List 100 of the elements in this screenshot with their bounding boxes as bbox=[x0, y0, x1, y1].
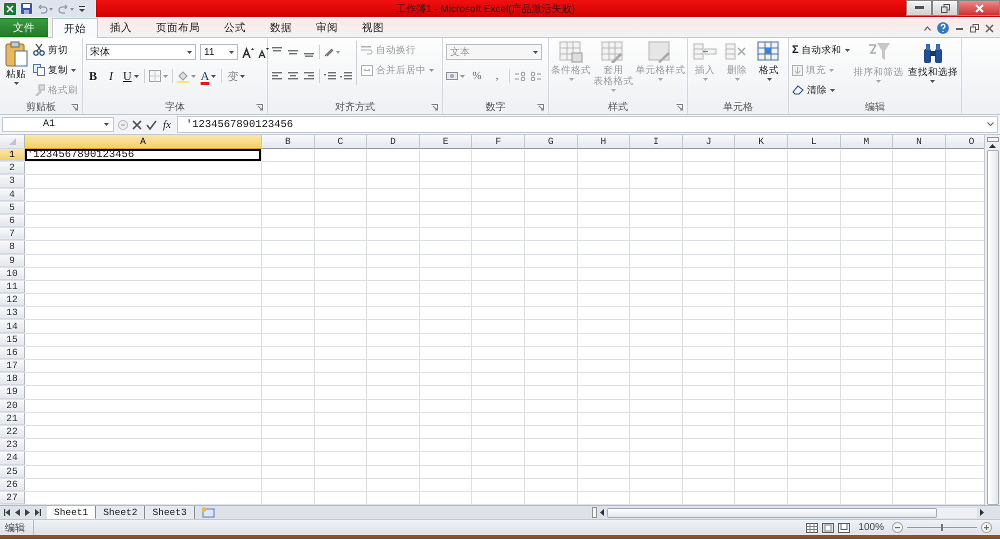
bold-button[interactable]: B bbox=[86, 68, 100, 84]
copy-icon bbox=[33, 64, 45, 76]
row-header[interactable]: 6 bbox=[0, 214, 25, 228]
middle-align-icon bbox=[287, 47, 299, 57]
caret-icon bbox=[187, 50, 192, 54]
row-header[interactable]: 8 bbox=[0, 241, 25, 254]
insert-function-button[interactable]: fx bbox=[161, 118, 173, 130]
font-color-button[interactable]: A bbox=[200, 68, 218, 84]
close-button[interactable] bbox=[958, 0, 1000, 16]
column-header[interactable]: A bbox=[25, 135, 262, 149]
customize-toolbar-icon bbox=[79, 4, 85, 12]
vertical-scrollbar[interactable] bbox=[984, 135, 1000, 506]
font-name-field[interactable]: 宋体 bbox=[86, 44, 196, 60]
close-icon bbox=[974, 4, 984, 12]
row-header[interactable]: 20 bbox=[0, 400, 25, 412]
sheet-tab[interactable]: Sheet2 bbox=[96, 506, 146, 520]
column-header[interactable]: G bbox=[524, 135, 578, 149]
row-header[interactable]: 21 bbox=[0, 412, 25, 425]
dialog-launcher-icon bbox=[71, 104, 78, 111]
cut-button[interactable]: 剪切 bbox=[33, 41, 78, 59]
column-header[interactable]: H bbox=[578, 135, 630, 149]
row-header[interactable]: 24 bbox=[0, 452, 25, 464]
column-header[interactable]: O bbox=[946, 135, 984, 149]
row-header[interactable]: 15 bbox=[0, 334, 25, 346]
align-center-icon bbox=[287, 71, 299, 81]
eraser-icon bbox=[792, 85, 804, 95]
column-header[interactable]: C bbox=[314, 135, 368, 149]
column-header[interactable]: J bbox=[682, 135, 736, 149]
ribbon-tab[interactable]: 开始 bbox=[52, 18, 98, 38]
ribbon-tab[interactable]: 页面布局 bbox=[144, 18, 212, 37]
column-header[interactable]: F bbox=[472, 135, 525, 149]
row-header[interactable]: 18 bbox=[0, 373, 25, 386]
ribbon-tab[interactable]: 公式 bbox=[212, 18, 258, 37]
row-header[interactable]: 27 bbox=[0, 492, 25, 504]
caret-icon bbox=[876, 80, 882, 83]
column-header[interactable]: K bbox=[735, 135, 788, 149]
row-header[interactable]: 14 bbox=[0, 320, 25, 333]
format-cells-button[interactable]: 格式 bbox=[755, 41, 783, 81]
restore-button[interactable] bbox=[932, 0, 958, 16]
row-header[interactable]: 22 bbox=[0, 426, 25, 438]
underline-button[interactable]: U bbox=[122, 68, 140, 84]
comma-style-button[interactable]: , bbox=[489, 68, 505, 84]
column-header[interactable]: M bbox=[840, 135, 894, 149]
minimize-icon bbox=[914, 6, 924, 10]
file-tab[interactable]: 文件 bbox=[0, 18, 48, 37]
row-header[interactable]: 16 bbox=[0, 346, 25, 359]
column-header[interactable]: L bbox=[788, 135, 841, 149]
sheet-tab[interactable]: Sheet1 bbox=[47, 506, 96, 520]
row-header[interactable]: 11 bbox=[0, 280, 25, 294]
row-header[interactable]: 13 bbox=[0, 307, 25, 320]
find-select-button[interactable]: 查找和选择 bbox=[908, 41, 958, 83]
column-header[interactable]: B bbox=[262, 135, 315, 149]
ribbon-tab[interactable]: 审阅 bbox=[304, 18, 350, 37]
caret-icon bbox=[533, 50, 538, 54]
table-cell[interactable]: '1234567890123456 bbox=[25, 149, 262, 162]
formula-input[interactable]: '1234567890123456 bbox=[176, 116, 998, 133]
caret-icon bbox=[930, 80, 936, 83]
font-size-field[interactable]: 11 bbox=[200, 44, 238, 60]
name-box[interactable]: A1 bbox=[2, 117, 114, 132]
format-cells-icon bbox=[757, 41, 781, 63]
orientation-icon bbox=[324, 47, 340, 57]
sheet-tab[interactable]: Sheet3 bbox=[145, 506, 195, 520]
conditional-format-icon bbox=[559, 41, 584, 63]
column-header[interactable]: E bbox=[420, 135, 472, 149]
row-header[interactable]: 3 bbox=[0, 175, 25, 188]
autosum-button[interactable]: Σ 自动求和 bbox=[792, 41, 850, 59]
scroll-left-icon bbox=[600, 509, 604, 516]
row-header[interactable]: 9 bbox=[0, 254, 25, 267]
group-label: 数字 bbox=[486, 100, 506, 114]
split-handle-icon bbox=[592, 507, 597, 518]
zoom-level[interactable]: 100% bbox=[854, 522, 888, 534]
percent-style-button[interactable]: % bbox=[469, 68, 485, 84]
scroll-up-icon bbox=[989, 144, 996, 148]
ribbon-tab[interactable]: 数据 bbox=[258, 18, 304, 37]
caret-icon bbox=[829, 68, 834, 72]
ribbon-tab[interactable]: 插入 bbox=[98, 18, 144, 37]
row-header[interactable]: 4 bbox=[0, 188, 25, 201]
minimize-button[interactable] bbox=[906, 0, 932, 16]
row-header[interactable]: 10 bbox=[0, 268, 25, 280]
row-header[interactable]: 7 bbox=[0, 228, 25, 240]
ribbon-tab[interactable]: 视图 bbox=[350, 18, 396, 37]
clear-button[interactable]: 清除 bbox=[792, 81, 850, 99]
row-header[interactable]: 19 bbox=[0, 386, 25, 399]
row-header[interactable]: 17 bbox=[0, 360, 25, 372]
row-header[interactable]: 26 bbox=[0, 478, 25, 491]
row-header[interactable]: 2 bbox=[0, 162, 25, 174]
row-header[interactable]: 5 bbox=[0, 202, 25, 214]
paste-button[interactable]: 粘贴 bbox=[3, 41, 29, 85]
row-header[interactable]: 12 bbox=[0, 294, 25, 306]
grow-font-icon bbox=[242, 46, 254, 58]
row-header[interactable]: 25 bbox=[0, 466, 25, 478]
row-header[interactable]: 1 bbox=[0, 149, 25, 162]
column-header[interactable]: D bbox=[367, 135, 420, 149]
column-header[interactable]: N bbox=[893, 135, 946, 149]
help-icon bbox=[937, 22, 949, 34]
copy-button[interactable]: 复制 bbox=[33, 61, 78, 79]
row-header[interactable]: 23 bbox=[0, 439, 25, 452]
italic-button[interactable]: I bbox=[104, 68, 118, 84]
horizontal-scrollbar[interactable] bbox=[607, 508, 977, 518]
column-header[interactable]: I bbox=[630, 135, 683, 149]
